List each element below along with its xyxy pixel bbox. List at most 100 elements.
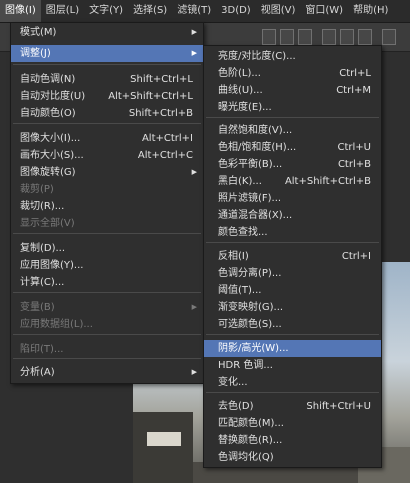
submenu-arrow-icon: ▶ — [191, 368, 197, 376]
align-bottom-icon[interactable] — [298, 29, 312, 45]
adjustments-menu-item[interactable]: 反相(I) Ctrl+I — [204, 248, 381, 265]
menu-item-shortcut: Ctrl+B — [337, 159, 371, 170]
image-menu-item[interactable]: 应用图像(Y)... — [11, 257, 203, 274]
menubar-help[interactable]: 帮助(H) — [348, 0, 393, 22]
adjustments-menu-item[interactable]: 匹配颜色(M)... — [204, 415, 381, 432]
menu-item-shortcut: Alt+Shift+Ctrl+L — [108, 91, 193, 102]
adjustments-menu-item[interactable]: 通道混合器(X)... — [204, 207, 381, 224]
menubar-select[interactable]: 选择(S) — [128, 0, 172, 22]
image-menu-item[interactable]: 分析(A) ▶ — [11, 364, 203, 381]
menu-item-label: 自动色调(N) — [20, 74, 76, 85]
menu-item-label: 自动对比度(U) — [20, 91, 86, 102]
menu-item-label: 照片滤镜(F)... — [218, 193, 282, 204]
adjustments-menu-item[interactable]: 渐变映射(G)... — [204, 299, 381, 316]
image-menu-item: 应用数据组(L)... — [11, 316, 203, 333]
adjustments-menu-item[interactable]: 颜色查找... — [204, 224, 381, 241]
adjustments-menu-item[interactable]: 色彩平衡(B)... Ctrl+B — [204, 156, 381, 173]
menu-item-label: 画布大小(S)... — [20, 150, 84, 161]
submenu-arrow-icon: ▶ — [191, 49, 197, 57]
adjustments-menu-item[interactable]: 阈值(T)... — [204, 282, 381, 299]
submenu-arrow-icon: ▶ — [191, 303, 197, 311]
image-menu-item: 显示全部(V) — [11, 215, 203, 232]
align-top-icon[interactable] — [262, 29, 276, 45]
image-menu: 模式(M) ▶ 调整(J) ▶ 自动色调(N) Shift+Ctrl+L 自动对比度(U) A… — [10, 22, 204, 384]
menu-item-label: 自动颜色(O) — [20, 108, 76, 119]
menu-item-label: 变化... — [218, 377, 248, 388]
menubar-layer[interactable]: 图层(L) — [41, 0, 84, 22]
align-middle-icon[interactable] — [280, 29, 294, 45]
menu-item-label: HDR 色调... — [218, 360, 273, 371]
menu-item-label: 陷印(T)... — [20, 344, 64, 355]
menubar-window[interactable]: 窗口(W) — [300, 0, 348, 22]
adjustments-menu-item[interactable]: 变化... — [204, 374, 381, 391]
menu-item-label: 色彩平衡(B)... — [218, 159, 283, 170]
menu-item-label: 渐变映射(G)... — [218, 302, 284, 313]
adjustments-menu-item[interactable]: 照片滤镜(F)... — [204, 190, 381, 207]
menu-item-label: 裁剪(P) — [20, 184, 54, 195]
menu-item-label: 计算(C)... — [20, 277, 65, 288]
image-menu-item[interactable]: 图像旋转(G) ▶ — [11, 164, 203, 181]
align-left-icon[interactable] — [322, 29, 336, 45]
menubar-filter[interactable]: 滤镜(T) — [172, 0, 216, 22]
menubar-3d[interactable]: 3D(D) — [216, 0, 256, 22]
adjustments-menu-item[interactable]: HDR 色调... — [204, 357, 381, 374]
adjustments-menu-item[interactable]: 自然饱和度(V)... — [204, 122, 381, 139]
adjustments-submenu: 亮度/对比度(C)... 色阶(L)... Ctrl+L 曲线(U)... Ctrl+M… — [203, 45, 382, 468]
menu-separator — [13, 358, 201, 359]
adjustments-menu-item[interactable]: 曝光度(E)... — [204, 99, 381, 116]
adjustments-menu-item[interactable]: 替换颜色(R)... — [204, 432, 381, 449]
menu-item-label: 黑白(K)... — [218, 176, 262, 187]
menu-bar: 图像(I) 图层(L) 文字(Y) 选择(S) 滤镜(T) 3D(D) 视图(V… — [0, 0, 410, 23]
image-menu-item[interactable]: 模式(M) ▶ — [11, 24, 203, 41]
menu-separator — [13, 123, 201, 124]
adjustments-menu-item[interactable]: 阴影/高光(W)... — [204, 340, 381, 357]
menubar-view[interactable]: 视图(V) — [256, 0, 301, 22]
image-menu-item[interactable]: 裁切(R)... — [11, 198, 203, 215]
adjustments-menu-item[interactable]: 曲线(U)... Ctrl+M — [204, 82, 381, 99]
menu-item-label: 阴影/高光(W)... — [218, 343, 289, 354]
menu-separator — [206, 334, 379, 335]
menu-item-label: 色调均化(Q) — [218, 452, 274, 463]
adjustments-menu-item[interactable]: 色调分离(P)... — [204, 265, 381, 282]
menubar-type[interactable]: 文字(Y) — [84, 0, 128, 22]
menu-item-label: 调整(J) — [20, 48, 51, 59]
adjustments-menu-item[interactable]: 色相/饱和度(H)... Ctrl+U — [204, 139, 381, 156]
adjustments-menu-item[interactable]: 色阶(L)... Ctrl+L — [204, 65, 381, 82]
menu-item-label: 曝光度(E)... — [218, 102, 272, 113]
menu-item-shortcut: Ctrl+I — [341, 251, 371, 262]
menu-item-shortcut: Ctrl+L — [339, 68, 371, 79]
image-menu-item[interactable]: 自动对比度(U) Alt+Shift+Ctrl+L — [11, 88, 203, 105]
align-center-icon[interactable] — [340, 29, 354, 45]
menu-item-label: 替换颜色(R)... — [218, 435, 283, 446]
adjustments-menu-item[interactable]: 去色(D) Shift+Ctrl+U — [204, 398, 381, 415]
menubar-image[interactable]: 图像(I) — [0, 0, 41, 22]
distribute-icon[interactable] — [382, 29, 396, 45]
menu-separator — [13, 292, 201, 293]
menu-separator — [13, 64, 201, 65]
menu-item-shortcut: Alt+Shift+Ctrl+B — [284, 176, 371, 187]
image-menu-item[interactable]: 自动色调(N) Shift+Ctrl+L — [11, 71, 203, 88]
image-menu-item[interactable]: 图像大小(I)... Alt+Ctrl+I — [11, 130, 203, 147]
menu-item-label: 图像大小(I)... — [20, 133, 81, 144]
image-menu-item: 裁剪(P) — [11, 181, 203, 198]
align-right-icon[interactable] — [358, 29, 372, 45]
menu-item-label: 曲线(U)... — [218, 85, 263, 96]
image-menu-item[interactable]: 调整(J) ▶ — [11, 45, 203, 62]
menu-item-label: 色相/饱和度(H)... — [218, 142, 297, 153]
menu-item-label: 应用图像(Y)... — [20, 260, 84, 271]
menu-item-label: 反相(I) — [218, 251, 249, 262]
image-menu-item[interactable]: 自动颜色(O) Shift+Ctrl+B — [11, 105, 203, 122]
adjustments-menu-item[interactable]: 黑白(K)... Alt+Shift+Ctrl+B — [204, 173, 381, 190]
adjustments-menu-item[interactable]: 色调均化(Q) — [204, 449, 381, 466]
image-menu-item[interactable]: 复制(D)... — [11, 240, 203, 257]
image-menu-item[interactable]: 画布大小(S)... Alt+Ctrl+C — [11, 147, 203, 164]
menu-item-label: 可选颜色(S)... — [218, 319, 282, 330]
image-menu-item: 变量(B) ▶ — [11, 299, 203, 316]
menu-item-label: 亮度/对比度(C)... — [218, 51, 296, 62]
menu-item-shortcut: Ctrl+U — [337, 142, 372, 153]
adjustments-menu-item[interactable]: 亮度/对比度(C)... — [204, 48, 381, 65]
image-menu-item[interactable]: 计算(C)... — [11, 274, 203, 291]
menu-item-shortcut: Shift+Ctrl+U — [306, 401, 371, 412]
adjustments-menu-item[interactable]: 可选颜色(S)... — [204, 316, 381, 333]
menu-item-label: 图像旋转(G) — [20, 167, 76, 178]
